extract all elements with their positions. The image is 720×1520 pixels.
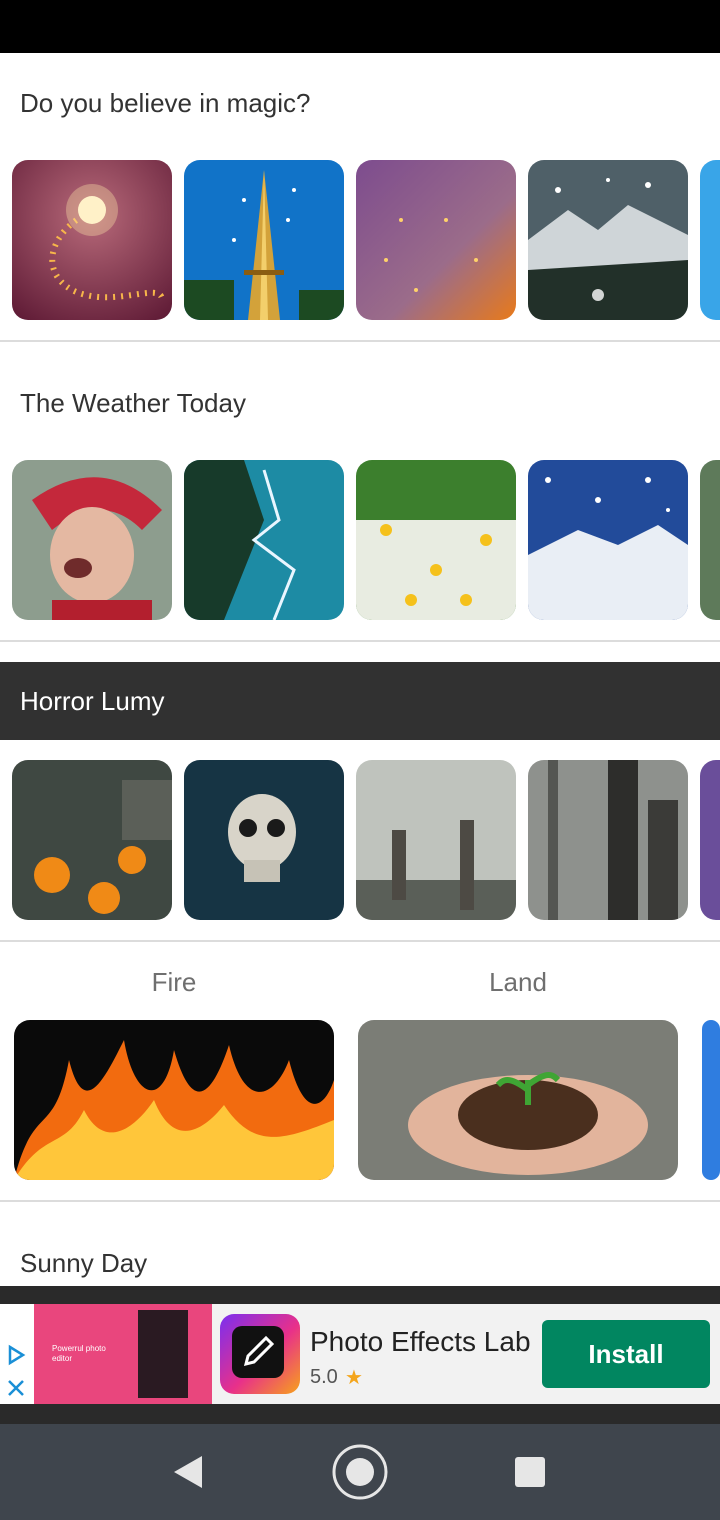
thumb-category-partial[interactable] bbox=[702, 1020, 720, 1180]
thumb-weather-rain-woman[interactable] bbox=[12, 460, 172, 620]
thumb-horror-skull[interactable] bbox=[184, 760, 344, 920]
ad-image[interactable]: Powerrul photo editor bbox=[34, 1304, 212, 1404]
horror-header: Horror Lumy bbox=[0, 662, 720, 740]
pencil-icon bbox=[232, 1326, 284, 1378]
category-label-fire: Fire bbox=[151, 967, 197, 997]
thumb-category-land[interactable] bbox=[358, 1020, 678, 1180]
section-title-horror: Horror Lumy bbox=[20, 686, 165, 716]
section-title-weather: The Weather Today bbox=[20, 388, 246, 418]
thumb-magic-snowy-mountains[interactable] bbox=[528, 160, 688, 320]
thumb-magic-purple-glow[interactable] bbox=[356, 160, 516, 320]
divider bbox=[0, 1200, 720, 1202]
status-bar bbox=[0, 0, 720, 53]
thumb-weather-snow-mountain[interactable] bbox=[528, 460, 688, 620]
thumb-weather-partial[interactable] bbox=[700, 460, 720, 620]
recents-square-icon[interactable] bbox=[514, 1456, 546, 1488]
thumb-horror-forest-zombies[interactable] bbox=[528, 760, 688, 920]
thumb-magic-eiffel[interactable] bbox=[184, 160, 344, 320]
thumb-horror-zombie-hands[interactable] bbox=[356, 760, 516, 920]
divider bbox=[0, 640, 720, 642]
ad-banner[interactable]: Powerrul photo editor Photo Effects Lab … bbox=[0, 1304, 720, 1404]
install-button[interactable]: Install bbox=[542, 1320, 710, 1388]
thumb-horror-partial[interactable] bbox=[700, 760, 720, 920]
thumb-magic-partial[interactable] bbox=[700, 160, 720, 320]
weather-thumb-row[interactable] bbox=[0, 460, 720, 620]
thumb-category-fire[interactable] bbox=[14, 1020, 334, 1180]
magic-thumb-row[interactable] bbox=[0, 160, 720, 320]
ad-app-name[interactable]: Photo Effects Lab bbox=[310, 1326, 531, 1358]
close-icon[interactable] bbox=[6, 1378, 26, 1398]
app-icon[interactable] bbox=[220, 1314, 300, 1394]
divider bbox=[0, 940, 720, 942]
home-circle-icon[interactable] bbox=[330, 1442, 390, 1502]
section-title-magic: Do you believe in magic? bbox=[20, 88, 311, 118]
adchoices-icon[interactable] bbox=[5, 1344, 27, 1366]
thumb-horror-pumpkins[interactable] bbox=[12, 760, 172, 920]
category-label-land: Land bbox=[489, 967, 547, 997]
divider bbox=[0, 340, 720, 342]
star-icon: ★ bbox=[345, 1367, 363, 1389]
ad-image-caption: Powerrul photo editor bbox=[52, 1344, 106, 1363]
ad-image-phone bbox=[138, 1310, 188, 1398]
ad-side-controls bbox=[0, 1304, 34, 1404]
horror-thumb-row[interactable] bbox=[0, 760, 720, 920]
thumb-weather-daisies[interactable] bbox=[356, 460, 516, 620]
system-nav-bar bbox=[0, 1424, 720, 1520]
back-triangle-icon[interactable] bbox=[170, 1454, 206, 1490]
thumb-magic-sparkle-trail[interactable] bbox=[12, 160, 172, 320]
ad-rating: 5.0 bbox=[310, 1366, 338, 1388]
section-title-sunny: Sunny Day bbox=[20, 1248, 148, 1278]
thumb-weather-lightning[interactable] bbox=[184, 460, 344, 620]
